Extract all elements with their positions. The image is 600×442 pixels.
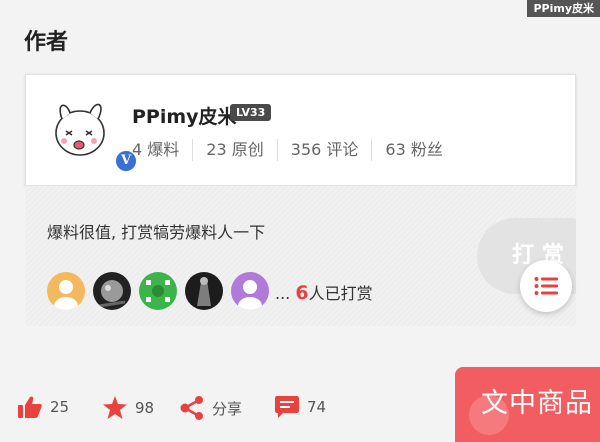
like-count: 25	[50, 398, 70, 416]
in-article-products-button[interactable]: 文中商品	[455, 367, 600, 442]
menu-list-icon	[534, 277, 558, 295]
share-button[interactable]: 分享	[180, 396, 242, 420]
stat-originals[interactable]: 23 原创	[192, 139, 276, 161]
stat-followers[interactable]: 63 粉丝	[371, 139, 455, 161]
watermark: PPimy皮米	[527, 0, 600, 17]
author-avatar[interactable]: V	[50, 97, 138, 173]
level-badge: LV33	[230, 104, 272, 121]
stat-deals[interactable]: 4 爆料	[132, 139, 192, 161]
promo-label: 文中商品	[481, 388, 593, 419]
tipper-avatar-5[interactable]	[231, 272, 269, 310]
comment-icon	[275, 396, 299, 418]
tipper-avatar-3[interactable]	[139, 272, 177, 310]
section-title: 作者	[24, 30, 69, 55]
tip-message: 爆料很值, 打赏犒劳爆料人一下	[47, 223, 266, 242]
tipper-avatar-2[interactable]	[93, 272, 131, 310]
menu-button[interactable]	[520, 260, 572, 312]
comment-count: 74	[307, 398, 327, 416]
thumbs-up-icon	[18, 396, 42, 418]
author-name[interactable]: PPimy皮米	[132, 102, 237, 129]
share-icon	[180, 396, 203, 420]
favorite-count: 98	[135, 398, 155, 417]
tipper-avatars	[47, 272, 277, 310]
tipper-avatar-1[interactable]	[47, 272, 85, 310]
comment-button[interactable]: 74	[275, 396, 326, 418]
tip-section: 爆料很值, 打赏犒劳爆料人一下 ... 6人已打赏 打赏	[25, 186, 576, 326]
cartoon-avatar-icon	[55, 103, 105, 156]
author-stats: 4 爆料 23 原创 356 评论 63 粉丝	[132, 139, 456, 161]
favorite-button[interactable]: 98	[103, 396, 154, 419]
stat-comments[interactable]: 356 评论	[276, 139, 372, 161]
share-label: 分享	[212, 399, 243, 418]
star-icon	[103, 396, 127, 419]
tipper-avatar-4[interactable]	[185, 272, 223, 310]
author-card[interactable]: V PPimy皮米 LV33 4 爆料 23 原创 356 评论 63 粉丝	[25, 74, 576, 186]
tip-count[interactable]: ... 6人已打赏	[275, 280, 373, 304]
like-button[interactable]: 25	[18, 396, 69, 418]
